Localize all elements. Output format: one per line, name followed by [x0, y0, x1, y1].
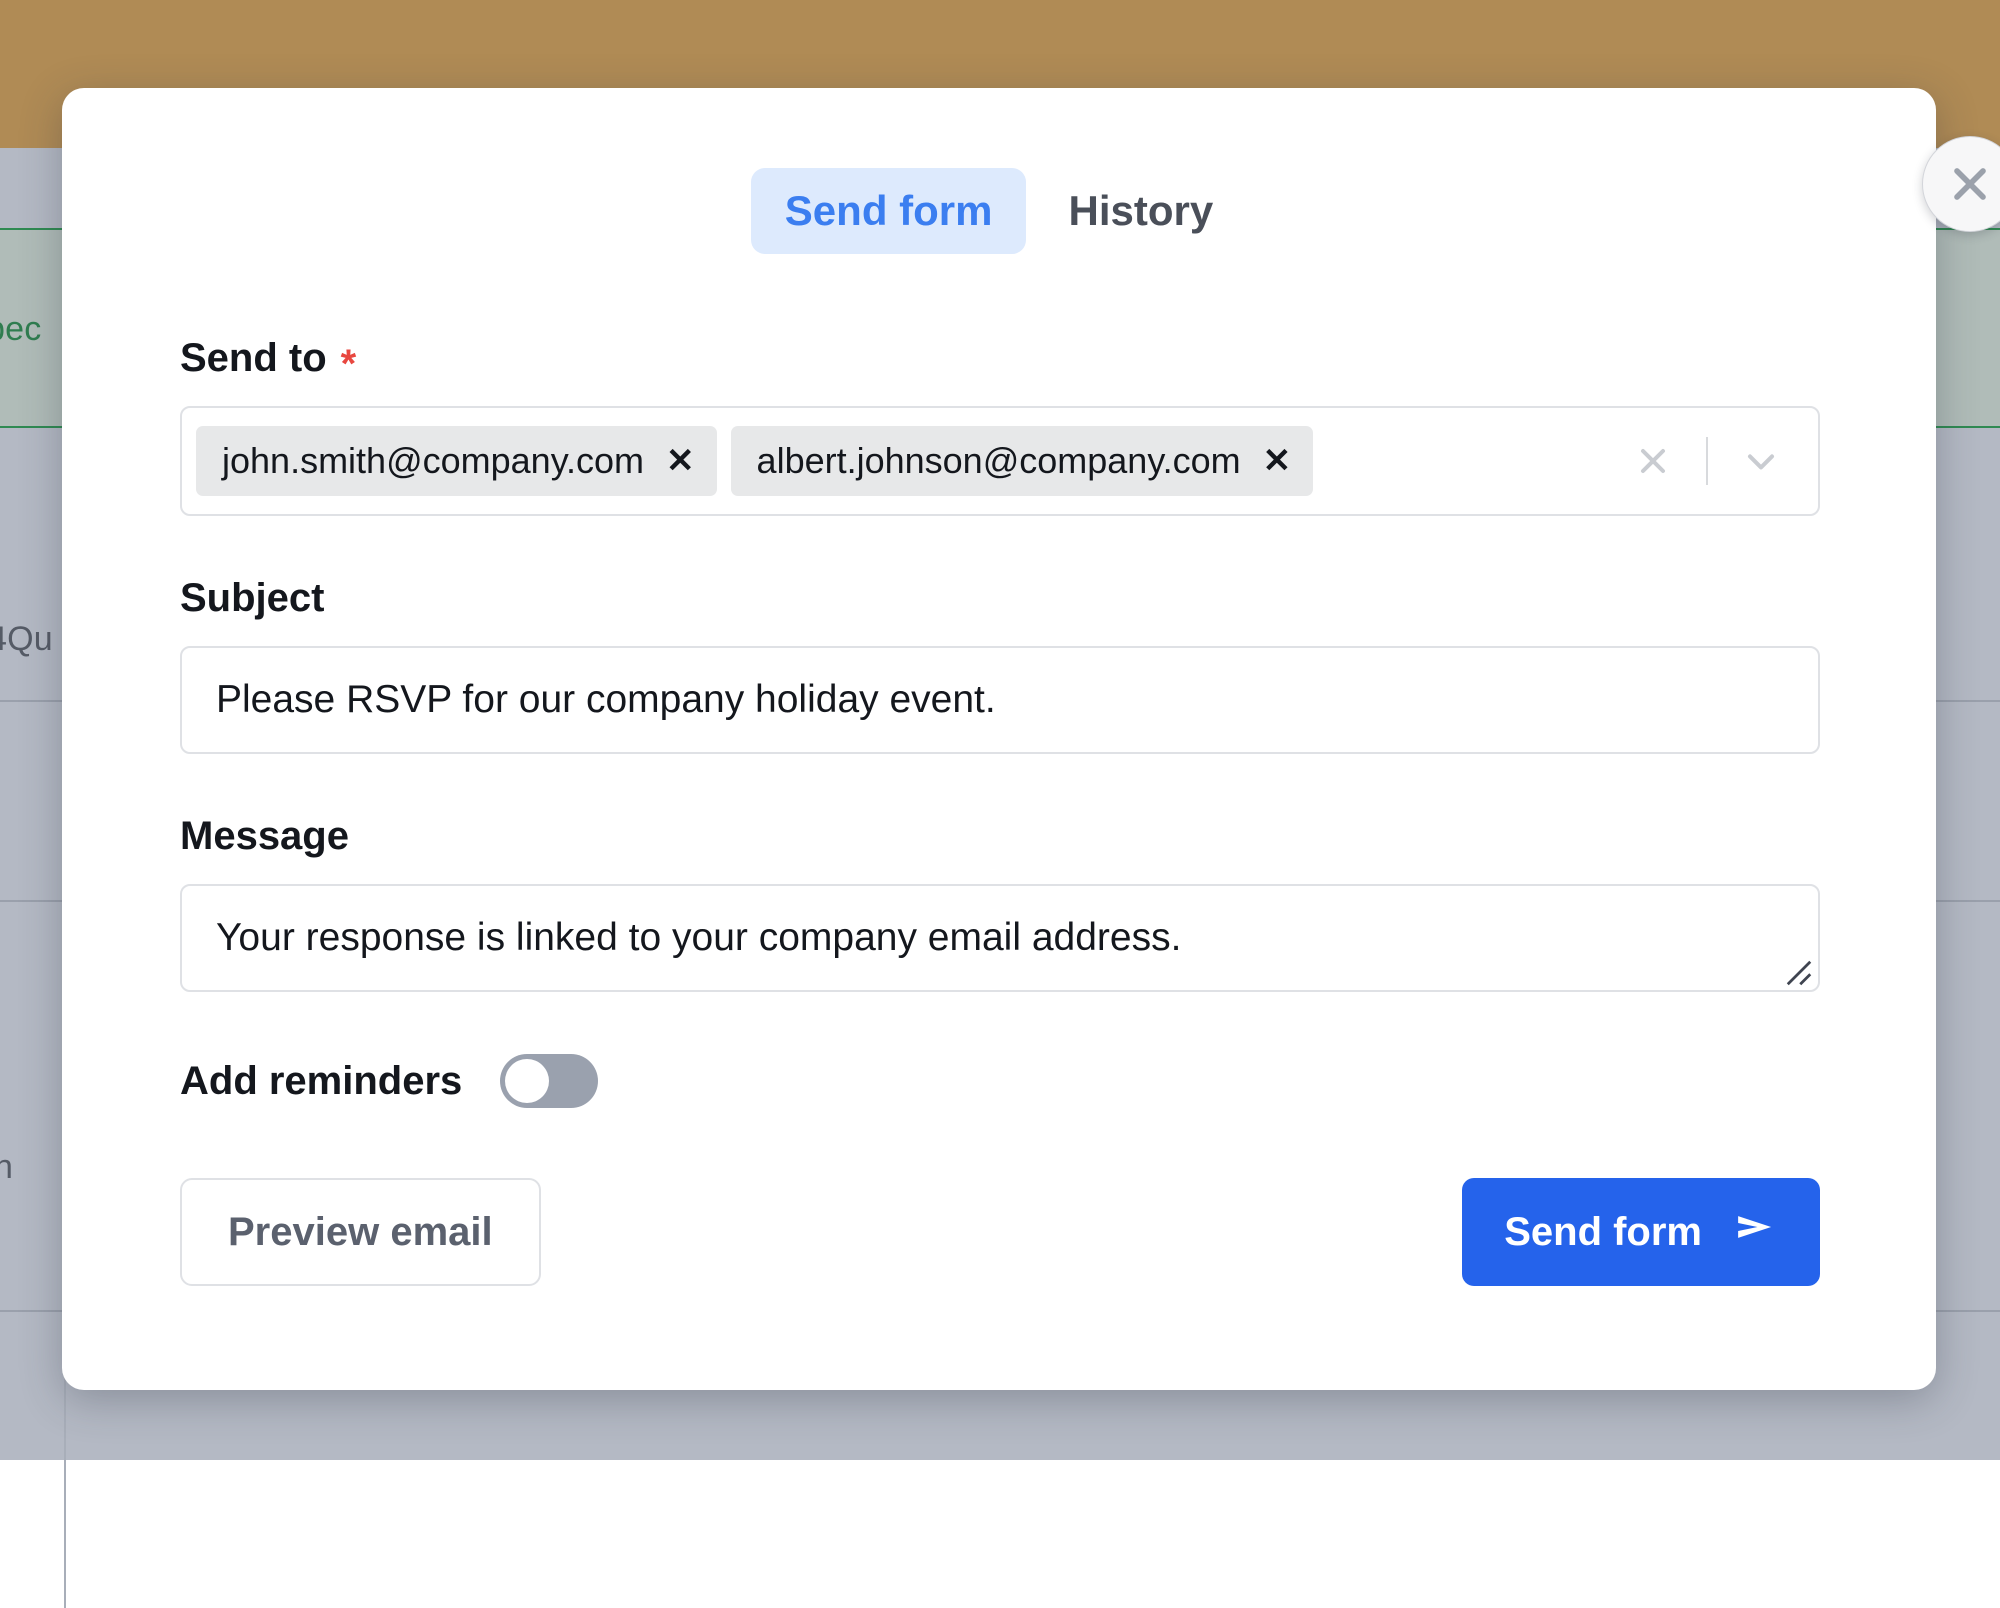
send-form-button-label: Send form — [1504, 1209, 1702, 1254]
table-cell-text: n — [0, 1148, 14, 1186]
toggle-knob — [505, 1059, 550, 1103]
remove-recipient-icon[interactable]: ✕ — [1263, 444, 1292, 478]
recipient-chip-list: john.smith@company.com ✕ albert.johnson@… — [196, 426, 1618, 496]
subject-label-text: Subject — [180, 576, 325, 620]
tab-send-form[interactable]: Send form — [750, 168, 1027, 254]
modal-action-row: Preview email Send form — [180, 1178, 1820, 1286]
recipients-select[interactable]: john.smith@company.com ✕ albert.johnson@… — [180, 406, 1820, 516]
select-actions — [1618, 437, 1804, 485]
send-to-label: Send to * — [180, 336, 1820, 384]
subject-input[interactable] — [180, 646, 1820, 754]
send-icon — [1732, 1204, 1778, 1260]
recipient-chip-label: john.smith@company.com — [222, 440, 645, 481]
recipient-chip[interactable]: albert.johnson@company.com ✕ — [730, 426, 1314, 496]
remove-recipient-icon[interactable]: ✕ — [666, 444, 695, 478]
send-to-label-text: Send to — [180, 336, 327, 380]
add-reminders-toggle[interactable] — [500, 1054, 599, 1108]
recipient-chip-label: albert.johnson@company.com — [756, 440, 1241, 481]
add-reminders-row: Add reminders — [180, 1054, 1820, 1108]
preview-email-button[interactable]: Preview email — [180, 1178, 541, 1286]
chevron-down-icon[interactable] — [1726, 439, 1796, 483]
message-textarea[interactable] — [180, 884, 1820, 992]
table-cell-text: bec — [0, 310, 42, 348]
modal-tabs: Send form History — [62, 168, 1936, 254]
subject-label: Subject — [180, 578, 1820, 618]
tab-history[interactable]: History — [1034, 168, 1247, 254]
select-separator — [1706, 437, 1708, 485]
send-form-modal: Send form History Send to * john.smith@c… — [62, 88, 2000, 1390]
send-form-button[interactable]: Send form — [1462, 1178, 1820, 1286]
message-label: Message — [180, 816, 1820, 856]
add-reminders-label: Add reminders — [180, 1059, 463, 1103]
send-form-body: Send to * john.smith@company.com ✕ alber… — [180, 338, 1820, 1286]
message-textarea-wrap — [180, 884, 1820, 992]
table-cell-text: 4Qu — [0, 620, 53, 658]
message-label-text: Message — [180, 814, 349, 858]
recipient-chip[interactable]: john.smith@company.com ✕ — [196, 426, 717, 496]
required-asterisk-icon: * — [340, 342, 357, 386]
clear-recipients-icon[interactable] — [1618, 441, 1688, 481]
